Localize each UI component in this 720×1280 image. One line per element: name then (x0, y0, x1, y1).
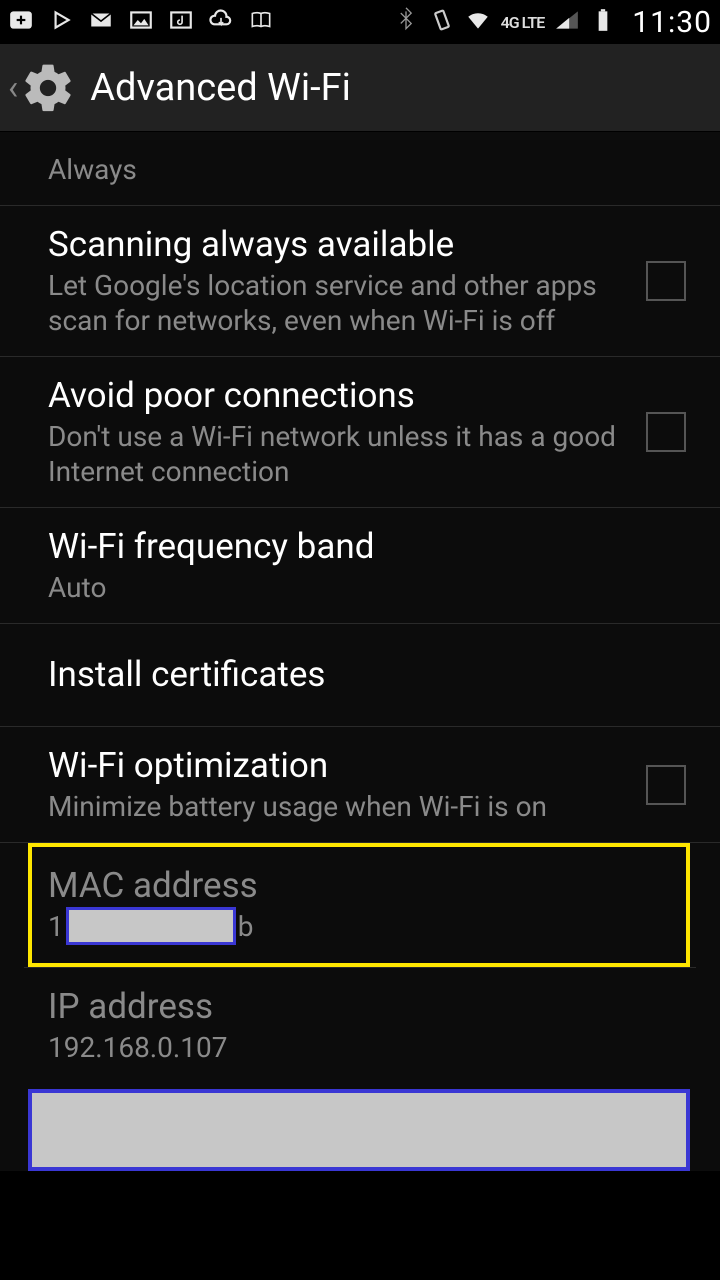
item-title: Install certificates (48, 654, 676, 696)
action-bar[interactable]: ‹ Advanced Wi-Fi (0, 44, 720, 132)
checkbox[interactable] (646, 412, 686, 452)
highlight-mac: MAC address 1 b (28, 843, 690, 967)
redaction-wrap (0, 1089, 720, 1171)
checkbox[interactable] (646, 765, 686, 805)
item-avoid-poor[interactable]: Avoid poor connections Don't use a Wi-Fi… (0, 357, 720, 508)
vibrate-icon (429, 7, 455, 37)
play-icon (48, 7, 74, 37)
item-wifi-optimization[interactable]: Wi-Fi optimization Minimize battery usag… (0, 727, 720, 843)
settings-list: Always Scanning always available Let Goo… (0, 132, 720, 1171)
picture-icon (128, 7, 154, 37)
page-title: Advanced Wi-Fi (90, 66, 351, 110)
plus-icon (8, 7, 34, 37)
bluetooth-icon (393, 7, 419, 37)
battery-icon (590, 7, 616, 37)
item-frequency-band[interactable]: Wi-Fi frequency band Auto (0, 508, 720, 624)
mail-icon (88, 7, 114, 37)
redaction-box-large (28, 1089, 690, 1171)
clock: 11:30 (632, 5, 712, 40)
gear-icon (20, 60, 76, 116)
mac-value: 1 b (48, 907, 658, 945)
item-title: MAC address (48, 865, 658, 907)
mac-suffix: b (238, 910, 254, 943)
cloud-download-icon (208, 7, 234, 37)
ip-value: 192.168.0.107 (48, 1030, 676, 1065)
item-sub: Auto (48, 570, 676, 605)
item-title: Avoid poor connections (48, 375, 626, 417)
signal-icon (554, 7, 580, 37)
item-ip-address: IP address 192.168.0.107 (0, 968, 720, 1083)
item-title: Wi-Fi frequency band (48, 526, 676, 568)
item-sub: Minimize battery usage when Wi-Fi is on (48, 789, 626, 824)
network-label: 4G LTE (501, 13, 545, 32)
item-title: Wi-Fi optimization (48, 745, 626, 787)
redaction-box (66, 907, 236, 945)
mac-prefix: 1 (48, 910, 64, 943)
item-sub: Let Google's location service and other … (48, 268, 626, 338)
status-right: 4G LTE 11:30 (393, 5, 712, 40)
checkbox[interactable] (646, 261, 686, 301)
item-install-certificates[interactable]: Install certificates (0, 624, 720, 727)
item-sub: Don't use a Wi-Fi network unless it has … (48, 419, 626, 489)
music-icon (168, 7, 194, 37)
item-sub: Always (48, 152, 676, 187)
item-mac-address: MAC address 1 b (32, 847, 686, 963)
item-title: IP address (48, 986, 676, 1028)
item-scanning-always[interactable]: Scanning always available Let Google's l… (0, 206, 720, 357)
back-icon[interactable]: ‹ (8, 68, 18, 108)
item-title: Scanning always available (48, 224, 626, 266)
book-icon (248, 7, 274, 37)
status-bar: 4G LTE 11:30 (0, 0, 720, 44)
status-left (8, 7, 274, 37)
item-keep-on-sleep[interactable]: Always (0, 132, 720, 206)
wifi-icon (465, 7, 491, 37)
